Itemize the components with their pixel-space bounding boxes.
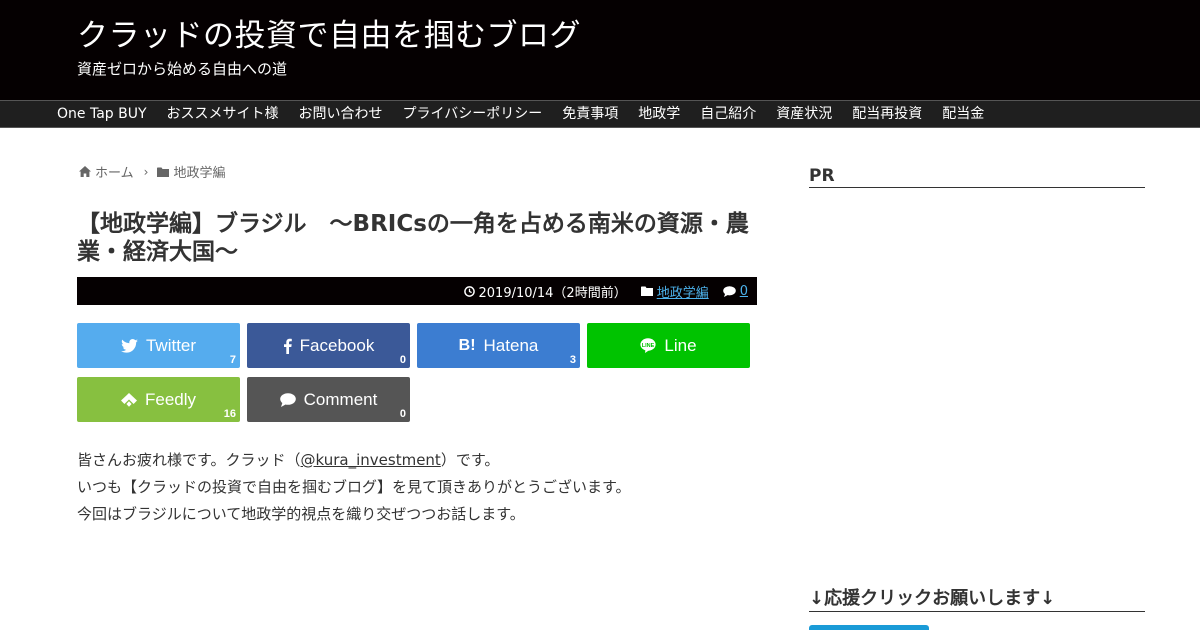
share-hatena-label: Hatena (483, 335, 539, 355)
nav-item-about-me[interactable]: 自己紹介 (690, 101, 766, 127)
article-meta-bar: 2019/10/14（2時間前） 地政学編 0 (77, 277, 757, 305)
breadcrumb-category-label: 地政学編 (173, 166, 226, 181)
nav-item-contact[interactable]: お問い合わせ (289, 101, 393, 127)
nav-item-one-tap-buy[interactable]: One Tap BUY (47, 101, 157, 127)
share-line-label: Line (664, 335, 697, 355)
line-icon: LINE (640, 338, 657, 353)
comment-icon (722, 285, 736, 297)
sidebar-pr-heading: PR (809, 166, 1145, 188)
share-comment-button[interactable]: Comment 0 (247, 377, 410, 422)
twitter-handle-link[interactable]: @kura_investment (301, 451, 441, 469)
article-body: 皆さんお疲れ様です。クラッド（@kura_investment）です。 いつも【… (77, 447, 767, 528)
nav-item-geopolitics[interactable]: 地政学 (628, 101, 690, 127)
svg-text:LINE: LINE (642, 343, 655, 349)
nav-item-dividend-reinvestment[interactable]: 配当再投資 (842, 101, 932, 127)
nav-item-asset-status[interactable]: 資産状況 (766, 101, 842, 127)
share-feedly-label: Feedly (144, 389, 197, 409)
post-date: 2019/10/14（2時間前） (463, 282, 627, 301)
article-title: 【地政学編】ブラジル ～BRICsの一角を占める南米の資源・農業・経済大国～ (77, 211, 749, 265)
breadcrumb: ホーム › 地政学編 (79, 162, 225, 181)
share-comment-count: 0 (399, 408, 406, 420)
sidebar-support-heading: ↓応援クリックお願いします↓ (809, 584, 1145, 612)
home-icon (79, 166, 91, 177)
share-facebook-button[interactable]: Facebook 0 (247, 323, 410, 368)
greeting-suffix: ）です。 (440, 451, 500, 469)
breadcrumb-category[interactable]: 地政学編 (157, 162, 225, 181)
facebook-f-icon (283, 338, 292, 354)
post-category: 地政学編 (640, 282, 709, 301)
share-facebook-count: 0 (399, 354, 406, 366)
nav-item-dividends[interactable]: 配当金 (932, 101, 994, 127)
site-tagline: 資産ゼロから始める自由への道 (77, 60, 288, 78)
share-feedly-button[interactable]: Feedly 16 (77, 377, 240, 422)
nav-item-disclaimer[interactable]: 免責事項 (552, 101, 628, 127)
site-header: クラッドの投資で自由を掴むブログ 資産ゼロから始める自由への道 (0, 0, 1200, 100)
site-title[interactable]: クラッドの投資で自由を掴むブログ (77, 10, 581, 55)
blog-ranking-banner[interactable] (809, 625, 929, 630)
body-paragraph: いつも【クラッドの投資で自由を掴むブログ】を見て頂きありがとうございます。 (77, 478, 631, 496)
hatena-b-icon: B! (458, 336, 476, 354)
share-feedly-count: 16 (223, 408, 236, 420)
share-twitter-label: Twitter (145, 335, 197, 355)
speech-bubble-icon (279, 392, 296, 407)
body-paragraph: 皆さんお疲れ様です。クラッド（@kura_investment）です。 (77, 447, 767, 474)
share-twitter-button[interactable]: Twitter 7 (77, 323, 240, 368)
twitter-bird-icon (121, 338, 138, 353)
post-comments: 0 (722, 284, 748, 299)
global-nav: One Tap BUY おススメサイト様 お問い合わせ プライバシーポリシー 免… (0, 100, 1200, 128)
nav-item-recommended-sites[interactable]: おススメサイト様 (157, 101, 289, 127)
folder-icon (157, 167, 170, 177)
feedly-icon (120, 392, 137, 407)
breadcrumb-home[interactable]: ホーム (79, 162, 134, 181)
nav-item-privacy-policy[interactable]: プライバシーポリシー (393, 101, 553, 127)
breadcrumb-home-label: ホーム (95, 166, 134, 181)
share-comment-label: Comment (303, 389, 378, 409)
greeting-text: 皆さんお疲れ様です。クラッド（ (77, 451, 301, 469)
share-twitter-count: 7 (229, 354, 236, 366)
share-line-button[interactable]: LINE Line (587, 323, 750, 368)
chevron-right-icon: › (143, 164, 149, 179)
post-date-text: 2019/10/14（2時間前） (478, 285, 627, 301)
clock-icon (463, 285, 475, 297)
post-category-link[interactable]: 地政学編 (657, 282, 709, 301)
body-paragraph: 今回はブラジルについて地政学的視点を織り交ぜつつお話します。 (77, 505, 525, 523)
post-comments-link[interactable]: 0 (740, 284, 748, 299)
share-hatena-count: 3 (569, 354, 576, 366)
share-hatena-button[interactable]: B! Hatena 3 (417, 323, 580, 368)
folder-icon (640, 286, 653, 296)
share-facebook-label: Facebook (299, 335, 375, 355)
